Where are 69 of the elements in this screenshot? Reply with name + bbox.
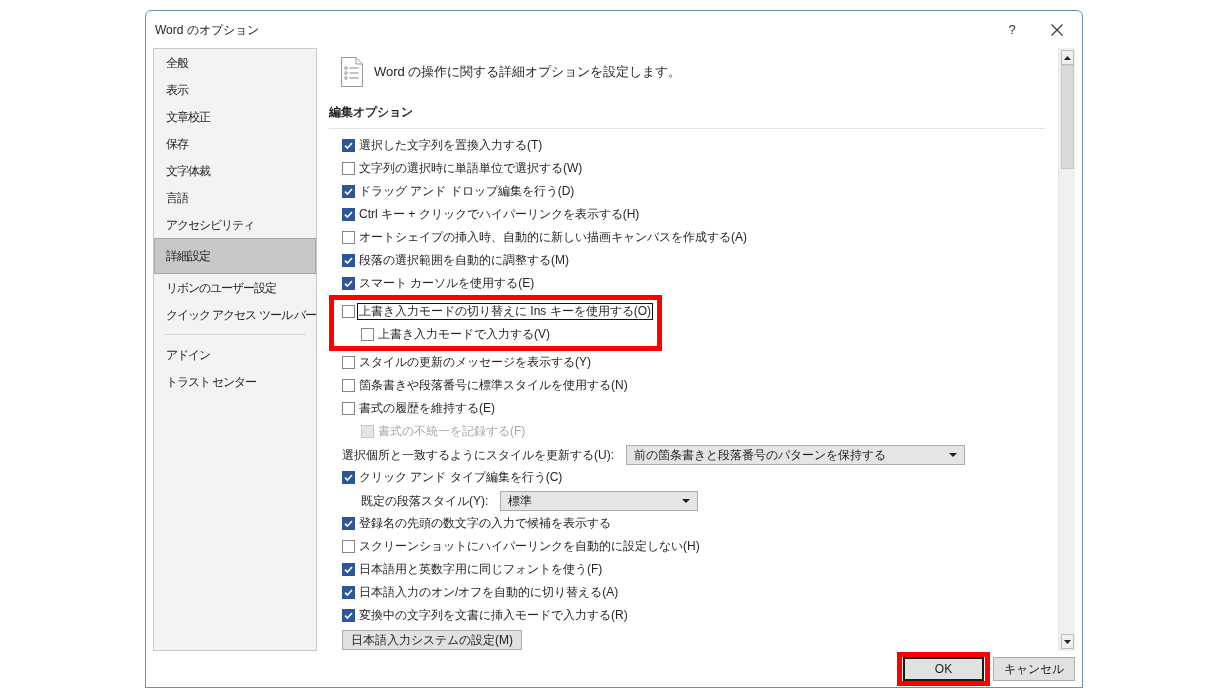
checkbox[interactable] — [342, 185, 355, 198]
checkbox-label: オートシェイプの挿入時、自動的に新しい描画キャンバスを作成する(A) — [358, 229, 748, 246]
sidebar-item[interactable]: 保存 — [154, 130, 316, 157]
down-arrow-icon — [1063, 639, 1071, 644]
dropdown[interactable]: 前の箇条書きと段落番号のパターンを保持する — [626, 444, 965, 465]
checkbox[interactable] — [342, 162, 355, 175]
checkbox[interactable] — [342, 277, 355, 290]
checkbox[interactable] — [342, 139, 355, 152]
checkbox[interactable] — [342, 471, 355, 484]
sidebar-item[interactable]: トラスト センター — [154, 368, 316, 395]
page-heading: Word の操作に関する詳細オプションを設定します。 — [374, 63, 682, 82]
checkbox-label: クリック アンド タイプ編集を行う(C) — [358, 469, 564, 486]
checkbox-label: スマート カーソルを使用する(E) — [358, 275, 536, 292]
checkbox-label: スクリーンショットにハイパーリンクを自動的に設定しない(H) — [358, 538, 701, 555]
checkbox[interactable] — [342, 379, 355, 392]
sidebar-item[interactable]: 言語 — [154, 184, 316, 211]
document-list-icon — [341, 57, 363, 87]
checkbox-label: 箇条書きや段落番号に標準スタイルを使用する(N) — [358, 377, 629, 394]
checkbox-label: Ctrl キー + クリックでハイパーリンクを表示する(H) — [358, 206, 641, 223]
sidebar-item[interactable]: 全般 — [154, 49, 316, 76]
scroll-down-button[interactable] — [1060, 634, 1074, 649]
sidebar-item[interactable]: リボンのユーザー設定 — [154, 274, 316, 301]
checkbox[interactable] — [361, 328, 374, 341]
checkbox[interactable] — [342, 231, 355, 244]
checkbox[interactable] — [342, 517, 355, 530]
sidebar-item[interactable]: アドイン — [154, 341, 316, 368]
checkbox[interactable] — [342, 563, 355, 576]
checkbox-label: 登録名の先頭の数文字の入力で候補を表示する — [358, 515, 612, 532]
checkbox-label: 書式の履歴を維持する(E) — [358, 400, 496, 417]
checkbox[interactable] — [342, 305, 355, 318]
up-arrow-icon — [1063, 55, 1071, 60]
checkbox[interactable] — [342, 402, 355, 415]
checkbox-label: スタイルの更新のメッセージを表示する(Y) — [358, 354, 592, 371]
scroll-thumb[interactable] — [1060, 65, 1074, 169]
caret-icon — [949, 452, 957, 457]
checkbox-label: 選択した文字列を置換入力する(T) — [358, 137, 544, 154]
checkbox-label: 書式の不統一を記録する(F) — [377, 423, 527, 440]
sidebar-item[interactable]: 表示 — [154, 76, 316, 103]
section-title: 編集オプション — [327, 104, 414, 120]
dialog-button[interactable]: キャンセル — [993, 657, 1075, 681]
close-icon — [1051, 23, 1063, 36]
checkbox-label: 文字列の選択時に単語単位で選択する(W) — [358, 160, 584, 177]
checkbox-label: 上書き入力モードで入力する(V) — [377, 326, 551, 343]
dialog-button[interactable]: OK — [903, 657, 984, 681]
checkbox-label: 上書き入力モードの切り替えに Ins キーを使用する(O) — [357, 303, 653, 320]
checkbox-label: ドラッグ アンド ドロップ編集を行う(D) — [358, 183, 576, 200]
checkbox[interactable] — [342, 540, 355, 553]
option-button[interactable]: 日本語入力システムの設定(M) — [342, 630, 522, 650]
checkbox-label: 日本語用と英数字用に同じフォントを使う(F) — [358, 561, 604, 578]
window-title: Word のオプション — [154, 21, 259, 39]
sidebar-item[interactable]: 文章校正 — [154, 103, 316, 130]
dropdown-label: 選択個所と一致するようにスタイルを更新する(U): — [342, 446, 614, 464]
sidebar-item[interactable]: 詳細設定 — [154, 238, 316, 274]
checkbox[interactable] — [342, 356, 355, 369]
checkbox[interactable] — [342, 586, 355, 599]
checkbox[interactable] — [342, 208, 355, 221]
checkbox-label: 段落の選択範囲を自動的に調整する(M) — [358, 252, 570, 269]
checkbox-label: 変換中の文字列を文書に挿入モードで入力する(R) — [358, 607, 629, 624]
sidebar-item[interactable]: アクセシビリティ — [154, 211, 316, 238]
scroll-up-button[interactable] — [1060, 50, 1074, 65]
help-button[interactable]: ? — [990, 14, 1034, 45]
dropdown[interactable]: 標準 — [500, 490, 699, 511]
checkbox[interactable] — [342, 609, 355, 622]
sidebar-item[interactable]: クイック アクセス ツール バー — [154, 301, 316, 328]
caret-icon — [682, 498, 691, 503]
checkbox-label: 日本語入力のオン/オフを自動的に切り替える(A) — [358, 584, 620, 601]
dropdown-label: 既定の段落スタイル(Y): — [361, 492, 489, 510]
checkbox[interactable] — [342, 254, 355, 267]
sidebar-item[interactable]: 文字体裁 — [154, 157, 316, 184]
